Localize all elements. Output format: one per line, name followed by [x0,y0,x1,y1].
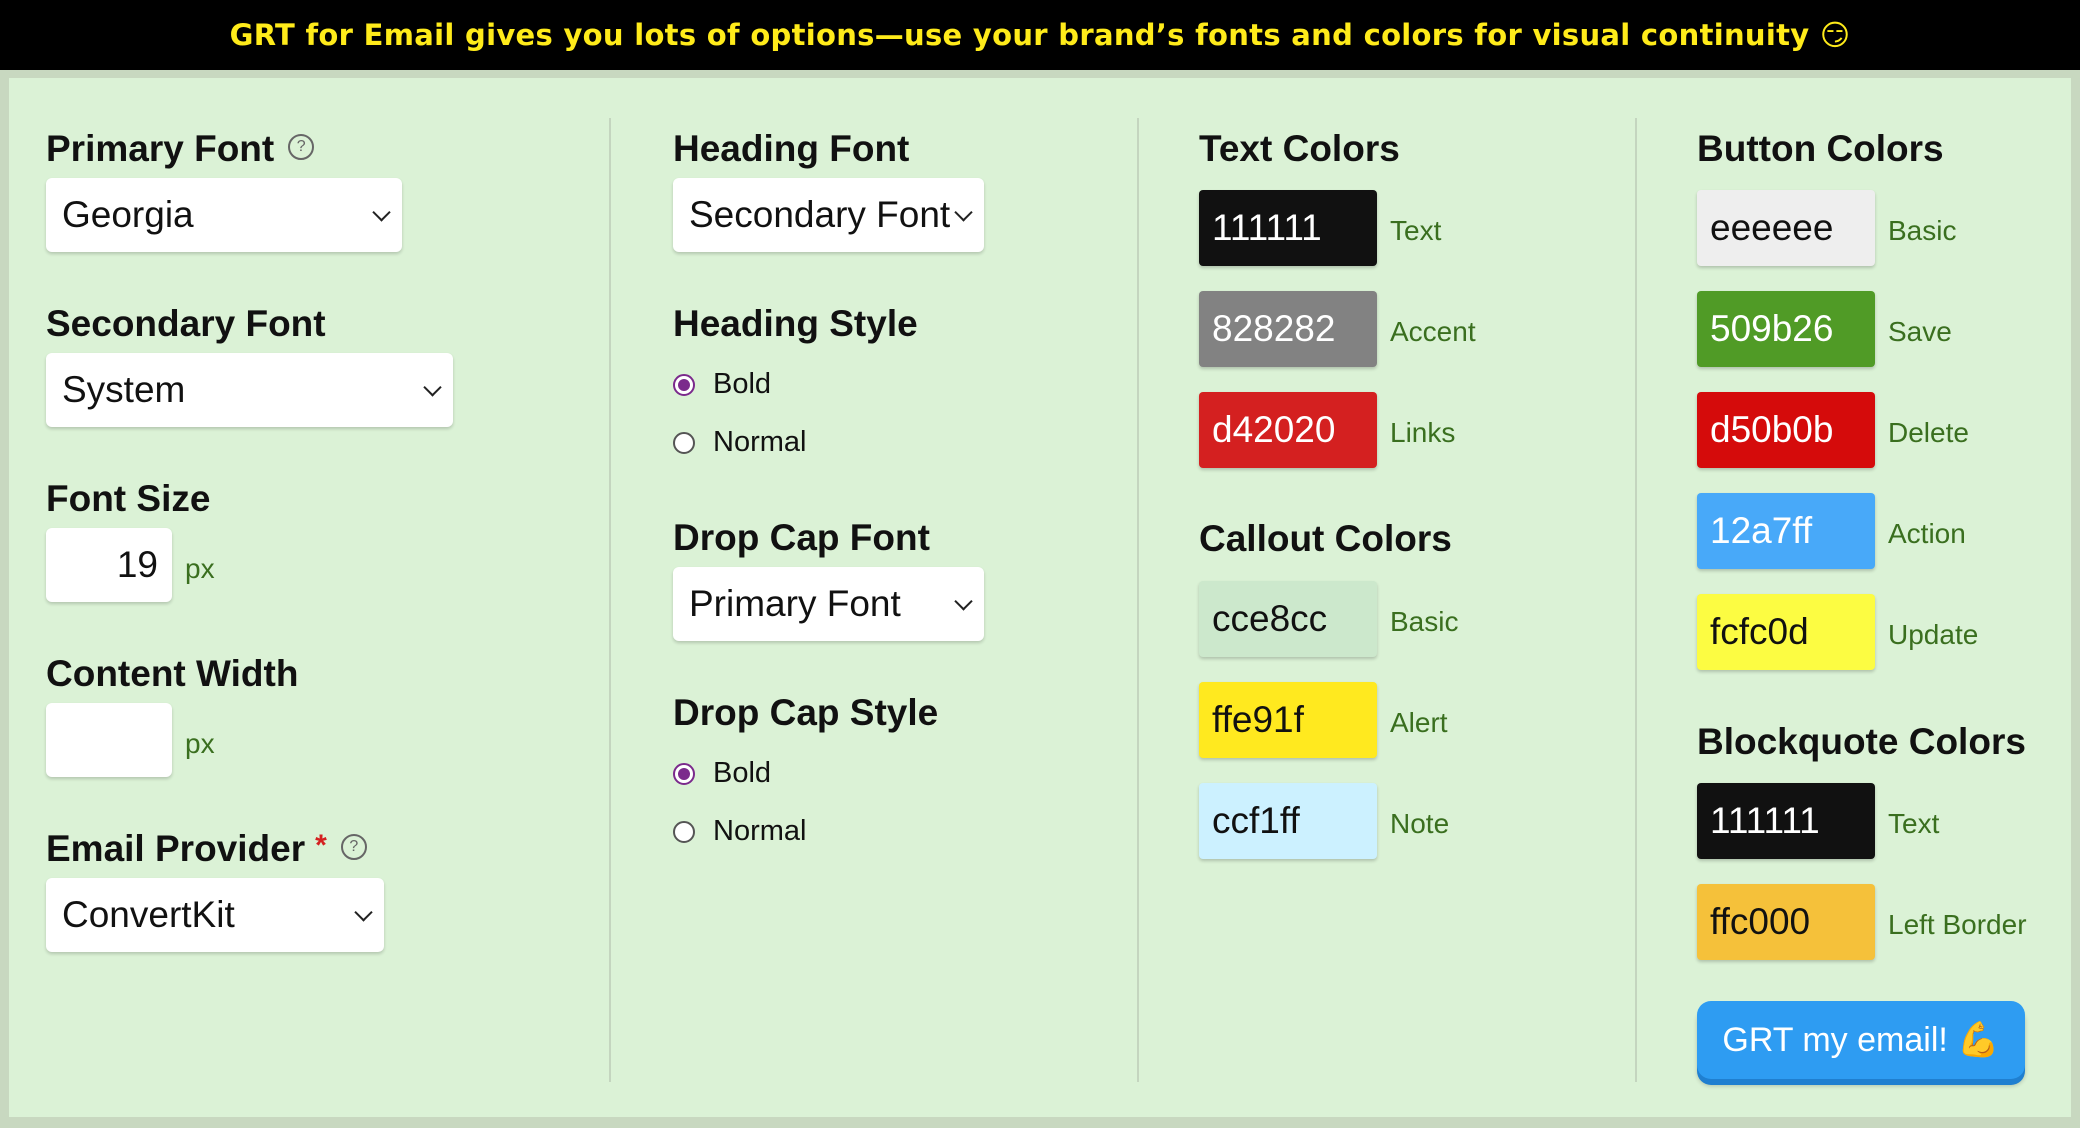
button-delete-label: Delete [1888,417,1969,448]
font-size-unit: px [185,553,215,584]
fonts-column: Primary Font? Georgia Secondary Font Sys… [9,78,609,1117]
callout-basic-swatch[interactable]: cce8cc [1199,581,1377,657]
primary-font-select[interactable]: Georgia [46,178,402,252]
headings-column: Heading Font Secondary Font Heading Styl… [611,78,1147,1117]
callout-basic-label: Basic [1390,606,1459,637]
email-provider-label: Email Provider *? [46,828,367,870]
font-size-input[interactable]: 19 [46,528,172,602]
help-icon[interactable]: ? [340,834,367,861]
accent-color-label: Accent [1390,316,1476,347]
help-icon[interactable]: ? [288,134,315,161]
settings-panel-inner: Primary Font? Georgia Secondary Font Sys… [9,78,2071,1117]
text-colors-title: Text Colors [1199,128,1400,169]
heading-font-label: Heading Font [673,128,910,169]
blockquote-border-swatch[interactable]: ffc000 [1697,884,1875,960]
heading-font-value: Secondary Font [689,194,951,235]
heading-style-label: Heading Style [673,303,918,344]
text-color-label: Text [1390,215,1442,246]
callout-colors-title: Callout Colors [1199,518,1452,559]
blockquote-text-swatch[interactable]: 111111 [1697,783,1875,859]
font-size-label: Font Size [46,478,211,519]
drop-cap-font-select[interactable]: Primary Font [673,567,984,641]
drop-cap-font-label: Drop Cap Font [673,517,930,558]
heading-style-normal[interactable]: Normal [673,426,806,459]
secondary-font-value: System [62,369,186,410]
content-width-input[interactable] [46,703,172,777]
radio-unselected-icon[interactable] [673,820,695,843]
button-basic-swatch[interactable]: eeeeee [1697,190,1875,266]
button-action-swatch[interactable]: 12a7ff [1697,493,1875,569]
button-save-swatch[interactable]: 509b26 [1697,291,1875,367]
content-width-unit: px [185,728,215,759]
chevron-down-icon [354,903,373,922]
required-marker: * [315,829,327,862]
email-provider-select[interactable]: ConvertKit [46,878,384,952]
email-provider-value: ConvertKit [62,894,235,935]
blockquote-text-label: Text [1888,808,1940,839]
radio-selected-icon[interactable] [673,373,695,396]
callout-alert-label: Alert [1390,707,1448,738]
secondary-font-label: Secondary Font [46,303,326,344]
button-update-label: Update [1888,619,1979,650]
secondary-font-select[interactable]: System [46,353,453,427]
button-save-label: Save [1888,316,1952,347]
drop-cap-style-label: Drop Cap Style [673,692,939,733]
links-color-label: Links [1390,417,1456,448]
chevron-down-icon [372,203,391,222]
chevron-down-icon [954,592,973,611]
accent-color-swatch[interactable]: 828282 [1199,291,1377,367]
drop-cap-style-normal[interactable]: Normal [673,815,806,848]
blockquote-border-label: Left Border [1888,909,2027,940]
text-color-swatch[interactable]: 111111 [1199,190,1377,266]
callout-note-label: Note [1390,808,1450,839]
button-action-label: Action [1888,518,1966,549]
blockquote-colors-title: Blockquote Colors [1697,721,2026,762]
text-callout-colors-column: Text Colors 111111 Text 828282 Accent d4… [1139,78,1635,1117]
promo-banner: GRT for Email gives you lots of options—… [0,0,2080,70]
heading-style-bold[interactable]: Bold [673,368,771,401]
links-color-swatch[interactable]: d42020 [1199,392,1377,468]
primary-font-value: Georgia [62,194,194,235]
radio-unselected-icon[interactable] [673,431,695,454]
content-width-label: Content Width [46,653,299,694]
callout-alert-swatch[interactable]: ffe91f [1199,682,1377,758]
settings-panel: Primary Font? Georgia Secondary Font Sys… [0,70,2080,1128]
callout-note-swatch[interactable]: ccf1ff [1199,783,1377,859]
drop-cap-style-bold[interactable]: Bold [673,757,771,790]
button-update-swatch[interactable]: fcfc0d [1697,594,1875,670]
primary-font-label: Primary Font? [46,128,315,170]
drop-cap-font-value: Primary Font [689,583,901,624]
radio-selected-icon[interactable] [673,762,695,785]
heading-font-select[interactable]: Secondary Font [673,178,984,252]
chevron-down-icon [954,203,973,222]
button-blockquote-colors-column: Button Colors eeeeee Basic 509b26 Save d… [1637,78,2071,1117]
grt-my-email-button[interactable]: GRT my email! 💪 [1697,1001,2025,1079]
button-delete-swatch[interactable]: d50b0b [1697,392,1875,468]
promo-banner-text: GRT for Email gives you lots of options—… [229,18,1851,52]
button-basic-label: Basic [1888,215,1957,246]
chevron-down-icon [423,378,442,397]
button-colors-title: Button Colors [1697,128,1944,169]
